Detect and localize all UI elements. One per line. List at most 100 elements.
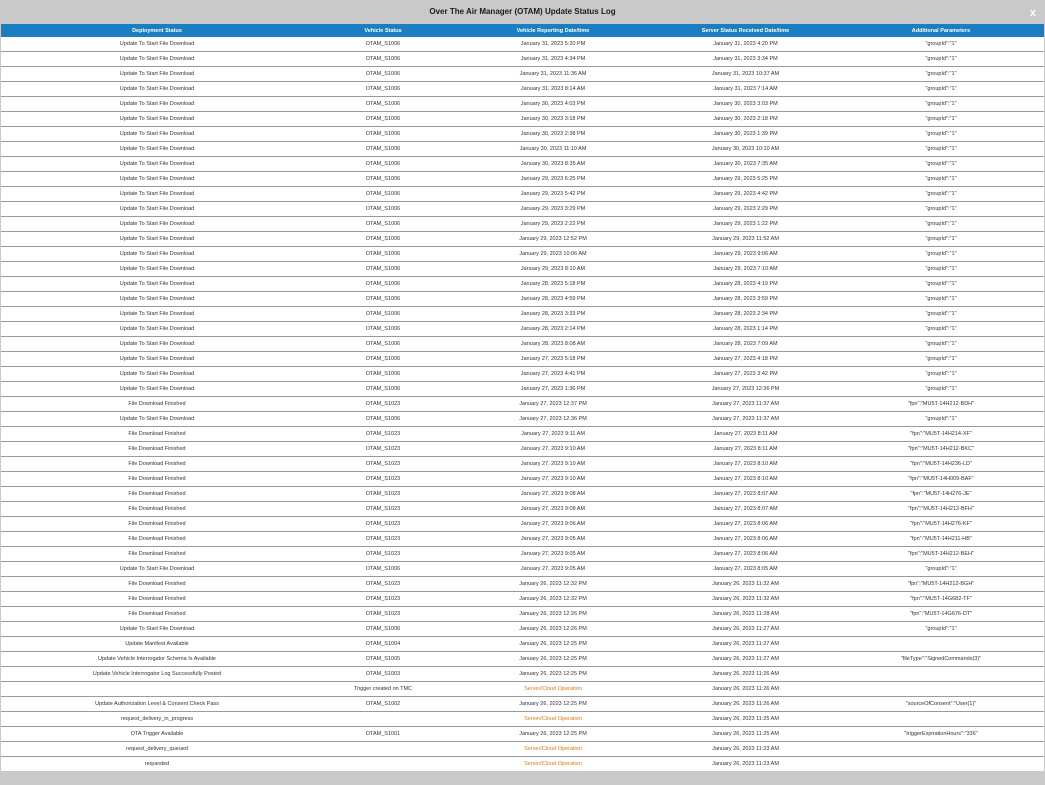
dialog-bottom-bar — [0, 771, 1045, 785]
deployment-status-cell: Update To Start File Download — [1, 141, 313, 157]
vehicle-status-cell: OTAM_S1023 — [313, 471, 453, 487]
vehicle-status-cell: OTAM_S1006 — [313, 156, 453, 172]
table-row: Update To Start File Download OTAM_S1006 J… — [1, 66, 1044, 82]
table-row: Update To Start File Download OTAM_S1006 J… — [1, 156, 1044, 172]
vehicle-status-cell: OTAM_S1006 — [313, 306, 453, 322]
status-log-panel[interactable]: Deployment Status Vehicle Status Vehicle… — [1, 24, 1044, 771]
vehicle-status-cell: OTAM_S1023 — [313, 441, 453, 457]
vehicle-reporting-cell: January 28, 2023 8:08 AM — [453, 336, 653, 352]
table-row: Update To Start File Download OTAM_S1006 J… — [1, 291, 1044, 307]
additional-parameters-cell: "groupId":"1" — [838, 141, 1044, 157]
table-row: File Download Finished OTAM_S1023 January … — [1, 456, 1044, 472]
vehicle-status-cell: OTAM_S1023 — [313, 531, 453, 547]
additional-parameters-cell: "groupId":"1" — [838, 321, 1044, 337]
table-row: Update Authorization Level & Consent Che… — [1, 696, 1044, 712]
server-received-cell: January 31, 2023 4:20 PM — [653, 37, 838, 52]
vehicle-reporting-cell: January 26, 2023 12:25 PM — [453, 696, 653, 712]
deployment-status-cell: Update To Start File Download — [1, 291, 313, 307]
vehicle-status-cell: OTAM_S1023 — [313, 426, 453, 442]
deployment-status-cell: Update Authorization Level & Consent Che… — [1, 696, 313, 712]
additional-parameters-cell: "groupId":"1" — [838, 66, 1044, 82]
server-received-cell: January 26, 2023 11:32 AM — [653, 591, 838, 607]
vehicle-reporting-cell: January 27, 2023 1:36 PM — [453, 381, 653, 397]
vehicle-reporting-cell: January 27, 2023 9:08 AM — [453, 501, 653, 517]
deployment-status-cell: File Download Finished — [1, 606, 313, 622]
additional-parameters-cell: "groupId":"1" — [838, 37, 1044, 52]
vehicle-status-cell: OTAM_S1023 — [313, 606, 453, 622]
server-received-cell: January 26, 2023 11:23 AM — [653, 756, 838, 771]
table-row: File Download Finished OTAM_S1023 January … — [1, 531, 1044, 547]
vehicle-status-cell: OTAM_S1006 — [313, 321, 453, 337]
server-received-cell: January 29, 2023 4:42 PM — [653, 186, 838, 202]
server-received-cell: January 29, 2023 9:06 AM — [653, 246, 838, 262]
server-received-cell: January 27, 2023 11:37 AM — [653, 411, 838, 427]
vehicle-status-cell — [313, 756, 453, 771]
column-header-vehicle-status[interactable]: Vehicle Status — [313, 24, 453, 37]
server-received-cell: January 26, 2023 11:26 AM — [653, 696, 838, 712]
deployment-status-cell: File Download Finished — [1, 501, 313, 517]
server-received-cell: January 28, 2023 4:19 PM — [653, 276, 838, 292]
column-header-vehicle-reporting-datetime[interactable]: Vehicle Reporting Date/time — [453, 24, 653, 37]
table-row: Update To Start File Download OTAM_S1006 J… — [1, 246, 1044, 262]
status-log-table: Deployment Status Vehicle Status Vehicle… — [1, 24, 1044, 771]
deployment-status-cell: File Download Finished — [1, 486, 313, 502]
table-row: Update To Start File Download OTAM_S1006 J… — [1, 37, 1044, 52]
server-received-cell: January 30, 2023 3:03 PM — [653, 96, 838, 112]
vehicle-status-cell: OTAM_S1006 — [313, 261, 453, 277]
vehicle-reporting-cell: January 27, 2023 12:36 PM — [453, 411, 653, 427]
server-received-cell: January 27, 2023 8:11 AM — [653, 441, 838, 457]
deployment-status-cell: request_delivery_in_progress — [1, 711, 313, 727]
vehicle-reporting-cell: Server/Cloud Operation — [453, 741, 653, 757]
server-received-cell: January 29, 2023 2:29 PM — [653, 201, 838, 217]
table-row: File Download Finished OTAM_S1023 January … — [1, 516, 1044, 532]
column-header-server-received-datetime[interactable]: Server Status Received Date/time — [653, 24, 838, 37]
deployment-status-cell: Update To Start File Download — [1, 366, 313, 382]
additional-parameters-cell: "groupId":"1" — [838, 621, 1044, 637]
deployment-status-cell: Update To Start File Download — [1, 66, 313, 82]
vehicle-reporting-cell: January 26, 2023 12:25 PM — [453, 651, 653, 667]
vehicle-reporting-cell: January 29, 2023 10:06 AM — [453, 246, 653, 262]
additional-parameters-cell: "fpn":"MU5T-14H212-BDH" — [838, 396, 1044, 412]
additional-parameters-cell: "groupId":"1" — [838, 111, 1044, 127]
table-row: Update To Start File Download OTAM_S1006 J… — [1, 201, 1044, 217]
table-row: Update Manifest Available OTAM_S1004 Janua… — [1, 636, 1044, 652]
additional-parameters-cell: "fpn":"MU5T-14H276-JE" — [838, 486, 1044, 502]
table-row: Update To Start File Download OTAM_S1006 J… — [1, 621, 1044, 637]
vehicle-status-cell: OTAM_S1006 — [313, 81, 453, 97]
vehicle-reporting-cell: January 30, 2023 11:10 AM — [453, 141, 653, 157]
vehicle-reporting-cell: January 27, 2023 9:05 AM — [453, 546, 653, 562]
deployment-status-cell: File Download Finished — [1, 441, 313, 457]
deployment-status-cell: File Download Finished — [1, 546, 313, 562]
server-received-cell: January 27, 2023 8:10 AM — [653, 456, 838, 472]
additional-parameters-cell — [838, 756, 1044, 771]
table-row: Update To Start File Download OTAM_S1006 J… — [1, 81, 1044, 97]
deployment-status-cell: Update To Start File Download — [1, 81, 313, 97]
table-row: Update To Start File Download OTAM_S1006 J… — [1, 561, 1044, 577]
deployment-status-cell: File Download Finished — [1, 516, 313, 532]
vehicle-reporting-cell: January 30, 2023 3:18 PM — [453, 111, 653, 127]
vehicle-reporting-cell: January 31, 2023 11:36 AM — [453, 66, 653, 82]
vehicle-reporting-cell: January 27, 2023 12:37 PM — [453, 396, 653, 412]
column-header-additional-parameters[interactable]: Additional Parameters — [838, 24, 1044, 37]
vehicle-reporting-cell: Server/Cloud Operation — [453, 681, 653, 697]
additional-parameters-cell — [838, 681, 1044, 697]
vehicle-status-cell: OTAM_S1023 — [313, 546, 453, 562]
additional-parameters-cell: "fpn":"MU5T-14H212-BGH" — [838, 576, 1044, 592]
table-row: Update Vehicle Interrogator Log Successf… — [1, 666, 1044, 682]
deployment-status-cell: Update To Start File Download — [1, 186, 313, 202]
server-received-cell: January 28, 2023 1:14 PM — [653, 321, 838, 337]
vehicle-status-cell: OTAM_S1005 — [313, 651, 453, 667]
vehicle-status-cell: OTAM_S1006 — [313, 126, 453, 142]
table-row: File Download Finished OTAM_S1023 January … — [1, 486, 1044, 502]
server-received-cell: January 27, 2023 8:06 AM — [653, 546, 838, 562]
close-icon[interactable]: x — [1030, 8, 1036, 19]
vehicle-reporting-cell: Server/Cloud Operation — [453, 756, 653, 771]
server-received-cell: January 30, 2023 2:18 PM — [653, 111, 838, 127]
vehicle-status-cell: OTAM_S1006 — [313, 621, 453, 637]
server-received-cell: January 31, 2023 3:34 PM — [653, 51, 838, 67]
table-header-row: Deployment Status Vehicle Status Vehicle… — [1, 24, 1044, 37]
vehicle-status-cell: OTAM_S1006 — [313, 366, 453, 382]
additional-parameters-cell: "groupId":"1" — [838, 261, 1044, 277]
column-header-deployment-status[interactable]: Deployment Status — [1, 24, 313, 37]
table-row: File Download Finished OTAM_S1023 January … — [1, 576, 1044, 592]
